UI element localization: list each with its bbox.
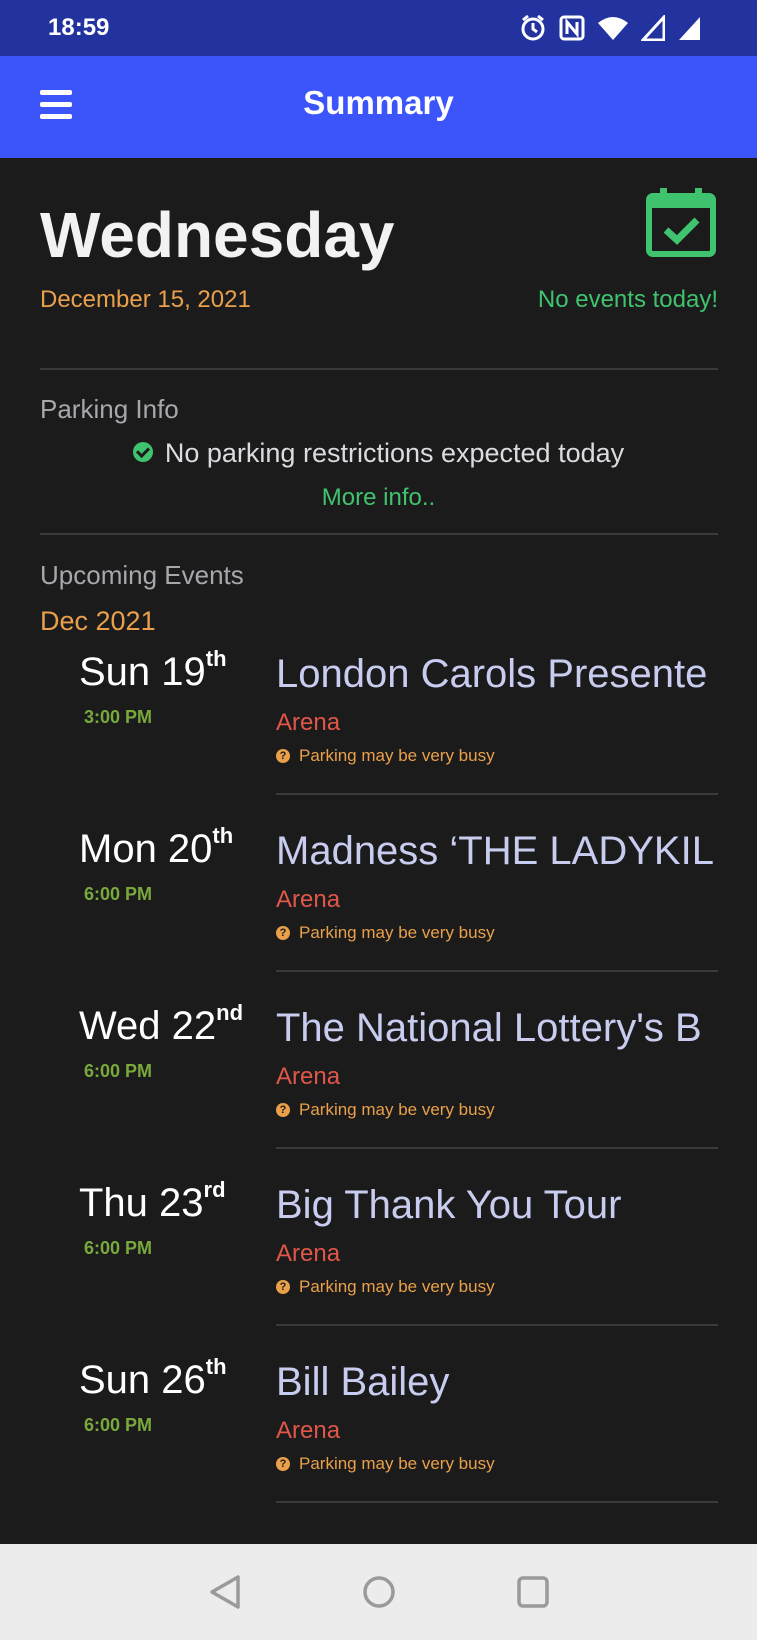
event-parking-warning: ? Parking may be very busy bbox=[276, 923, 495, 943]
event-title: Madness ‘THE LADYKIL bbox=[276, 829, 714, 873]
question-circle-icon: ? bbox=[276, 1457, 290, 1471]
event-item[interactable]: Sun 26th 6:00 PM Bill Bailey Arena? Parking … bbox=[0, 1354, 757, 1535]
parking-info-label: Parking Info bbox=[40, 394, 179, 424]
signal-icon bbox=[639, 13, 666, 46]
divider bbox=[276, 970, 718, 972]
event-item[interactable]: Sun 19th 3:00 PM London Carols Presente Are… bbox=[0, 646, 757, 827]
check-circle-icon bbox=[132, 441, 153, 462]
event-time: 6:00 PM bbox=[84, 1415, 153, 1435]
back-icon[interactable] bbox=[208, 1574, 242, 1615]
event-day: Sun 26 bbox=[79, 1358, 206, 1402]
home-icon[interactable] bbox=[362, 1574, 396, 1615]
event-time: 6:00 PM bbox=[84, 1061, 153, 1081]
upcoming-events-label: Upcoming Events bbox=[40, 560, 244, 590]
question-circle-icon: ? bbox=[276, 749, 290, 763]
alarm-icon bbox=[519, 14, 547, 47]
question-circle-icon: ? bbox=[276, 1280, 290, 1294]
no-events-text: No events today! bbox=[537, 286, 718, 313]
event-item[interactable]: Wed 22nd 6:00 PM The National Lottery's B A… bbox=[0, 1000, 757, 1181]
event-time: 3:00 PM bbox=[84, 707, 153, 727]
event-parking-text: Parking may be very busy bbox=[299, 1454, 495, 1473]
event-parking-warning: ? Parking may be very busy bbox=[276, 1100, 495, 1120]
event-day-suffix: rd bbox=[203, 1177, 226, 1202]
event-title: Big Thank You Tour bbox=[276, 1183, 622, 1227]
month-header: Dec 2021 bbox=[40, 606, 156, 636]
event-item[interactable]: Mon 20th 6:00 PM Madness ‘THE LADYKIL Arena… bbox=[0, 823, 757, 1004]
event-day: Sun 19 bbox=[79, 650, 206, 694]
divider bbox=[276, 1147, 718, 1149]
event-day-suffix: nd bbox=[216, 1000, 244, 1025]
divider bbox=[40, 368, 718, 370]
event-parking-text: Parking may be very busy bbox=[299, 746, 495, 765]
event-date: Sun 19th bbox=[79, 646, 227, 695]
event-day-suffix: th bbox=[205, 646, 227, 671]
signal-icon bbox=[677, 15, 701, 46]
event-item[interactable]: Thu 23rd 6:00 PM Big Thank You Tour Arena? P… bbox=[0, 1177, 757, 1358]
event-day-suffix: th bbox=[212, 823, 234, 848]
divider bbox=[40, 533, 718, 535]
status-icons bbox=[519, 13, 701, 47]
event-date: Mon 20th bbox=[79, 823, 233, 872]
divider bbox=[276, 793, 718, 795]
more-info-link[interactable]: More info.. bbox=[0, 484, 757, 512]
summary-content[interactable]: Wednesday December 15, 2021 No events to… bbox=[0, 158, 757, 1544]
event-venue: Arena bbox=[276, 1417, 341, 1444]
event-day-suffix: th bbox=[205, 1354, 227, 1379]
event-time: 6:00 PM bbox=[84, 884, 153, 904]
status-bar: 18:59 bbox=[0, 0, 757, 56]
event-parking-warning: ? Parking may be very busy bbox=[276, 746, 495, 766]
event-time: 6:00 PM bbox=[84, 1238, 153, 1258]
question-circle-icon: ? bbox=[276, 926, 290, 940]
event-title: The National Lottery's B bbox=[276, 1006, 702, 1050]
divider bbox=[276, 1324, 718, 1326]
event-date: Thu 23rd bbox=[79, 1177, 226, 1226]
event-parking-text: Parking may be very busy bbox=[299, 1100, 495, 1119]
calendar-check-icon bbox=[646, 186, 716, 258]
event-day: Wed 22 bbox=[79, 1004, 217, 1048]
question-circle-icon: ? bbox=[276, 1103, 290, 1117]
today-date: December 15, 2021 bbox=[40, 286, 251, 313]
event-parking-warning: ? Parking may be very busy bbox=[276, 1454, 495, 1474]
page-title: Summary bbox=[303, 84, 454, 121]
recents-icon[interactable] bbox=[516, 1574, 550, 1615]
event-date: Sun 26th bbox=[79, 1354, 227, 1403]
event-date: Wed 22nd bbox=[79, 1000, 243, 1049]
event-venue: Arena bbox=[276, 709, 341, 736]
event-parking-text: Parking may be very busy bbox=[299, 1277, 495, 1296]
status-time: 18:59 bbox=[48, 14, 110, 41]
parking-message: No parking restrictions expected today bbox=[164, 438, 625, 468]
event-venue: Arena bbox=[276, 886, 341, 913]
event-day: Mon 20 bbox=[79, 827, 213, 871]
today-day: Wednesday bbox=[40, 199, 395, 271]
event-parking-text: Parking may be very busy bbox=[299, 923, 495, 942]
app-bar: Summary bbox=[0, 56, 757, 158]
parking-status: No parking restrictions expected today bbox=[0, 438, 757, 469]
event-title: London Carols Presente bbox=[276, 652, 708, 696]
event-title: Bill Bailey bbox=[276, 1360, 450, 1404]
divider bbox=[276, 1501, 718, 1503]
event-venue: Arena bbox=[276, 1063, 341, 1090]
event-day: Thu 23 bbox=[79, 1181, 204, 1225]
nfc-icon bbox=[559, 15, 585, 46]
system-nav-bar bbox=[0, 1544, 757, 1640]
event-parking-warning: ? Parking may be very busy bbox=[276, 1277, 495, 1297]
event-venue: Arena bbox=[276, 1240, 341, 1267]
wifi-icon bbox=[597, 15, 629, 46]
